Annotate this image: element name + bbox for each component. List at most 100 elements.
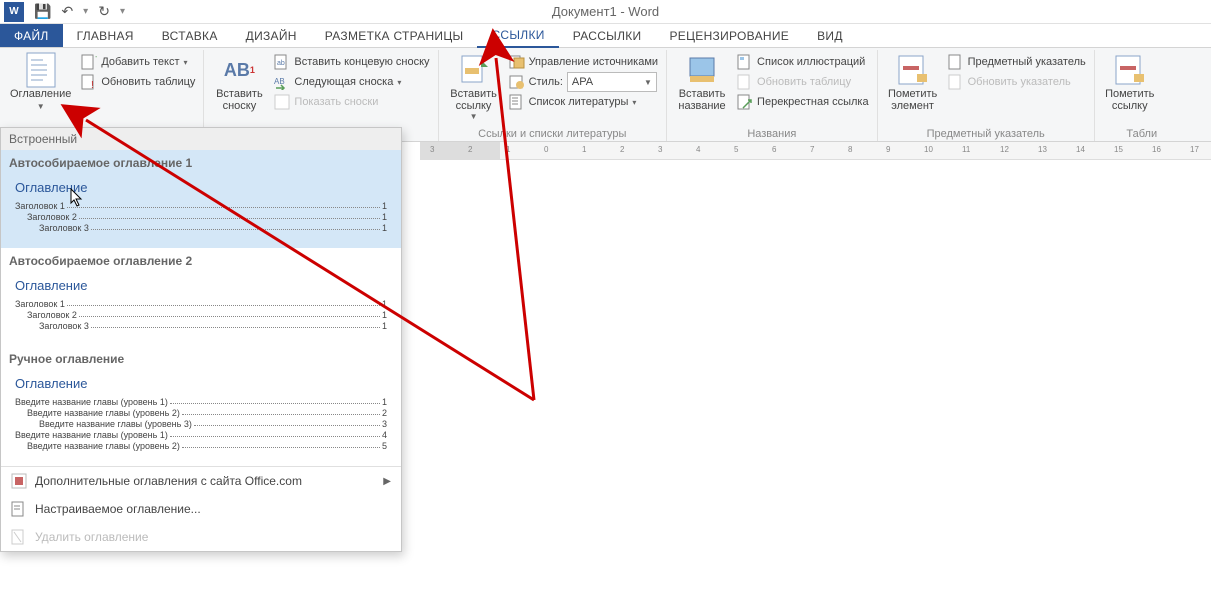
ruler-tick: 8 xyxy=(848,145,852,154)
group-index: Пометить элемент Предметный указатель Об… xyxy=(878,50,1095,141)
toc-preview-entry: Введите название главы (уровень 3)3 xyxy=(15,419,387,429)
tab-view[interactable]: ВИД xyxy=(803,24,857,47)
chevron-down-icon: ▼ xyxy=(470,112,478,121)
custom-toc-item[interactable]: Настраиваемое оглавление... xyxy=(1,495,401,523)
update-index-button[interactable]: Обновить указатель xyxy=(946,72,1088,92)
mark-entry-icon xyxy=(897,54,929,86)
ruler-tick: 7 xyxy=(810,145,814,154)
custom-toc-label: Настраиваемое оглавление... xyxy=(35,502,201,516)
bibliography-icon xyxy=(509,94,525,110)
citation-style-select[interactable]: APA ▼ xyxy=(567,72,657,92)
quick-access-toolbar: 💾 ↶ ▾ ↻ ▾ xyxy=(34,3,125,20)
chevron-down-icon: ▾ xyxy=(397,78,401,87)
insert-citation-button[interactable]: Вставить ссылку ▼ xyxy=(445,52,503,127)
insert-footnote-button[interactable]: AB1 Вставить сноску xyxy=(210,52,268,127)
list-figures-label: Список иллюстраций xyxy=(757,56,865,68)
style-icon xyxy=(509,74,525,90)
mark-entry-button[interactable]: Пометить элемент xyxy=(884,52,942,127)
toc-label: Оглавление xyxy=(10,88,71,100)
toc-preview-entry: Заголовок 21 xyxy=(15,212,387,222)
qat-customize-icon[interactable]: ▾ xyxy=(120,6,125,17)
document-page[interactable] xyxy=(500,162,1180,592)
tab-layout[interactable]: РАЗМЕТКА СТРАНИЦЫ xyxy=(311,24,478,47)
undo-icon[interactable]: ↶ xyxy=(61,3,73,20)
update-captions-button[interactable]: Обновить таблицу xyxy=(735,72,871,92)
ruler-tick: 2 xyxy=(620,145,624,154)
show-notes-button[interactable]: Показать сноски xyxy=(272,92,431,112)
tab-design[interactable]: ДИЗАЙН xyxy=(232,24,311,47)
add-text-button[interactable]: + Добавить текст ▾ xyxy=(79,52,197,72)
ruler-tick: 15 xyxy=(1114,145,1123,154)
mark-citation-label: Пометить ссылку xyxy=(1105,88,1154,112)
citation-icon xyxy=(458,54,490,86)
toc-preview-entry: Заголовок 11 xyxy=(15,299,387,309)
tab-review[interactable]: РЕЦЕНЗИРОВАНИЕ xyxy=(655,24,803,47)
svg-text:ab: ab xyxy=(277,60,285,67)
add-text-label: Добавить текст xyxy=(101,56,179,68)
group-authorities-label: Табли xyxy=(1101,127,1183,140)
update-captions-label: Обновить таблицу xyxy=(757,76,851,88)
insert-caption-button[interactable]: Вставить название xyxy=(673,52,731,127)
ruler-tick: 10 xyxy=(924,145,933,154)
manage-sources-button[interactable]: Управление источниками xyxy=(507,52,660,72)
toc-preview-title: Оглавление xyxy=(15,180,387,195)
tab-insert[interactable]: ВСТАВКА xyxy=(148,24,232,47)
ruler-tick: 12 xyxy=(1000,145,1009,154)
list-figures-button[interactable]: Список иллюстраций xyxy=(735,52,871,72)
insert-index-button[interactable]: Предметный указатель xyxy=(946,52,1088,72)
next-footnote-button[interactable]: AB Следующая сноска ▾ xyxy=(272,72,431,92)
insert-citation-label: Вставить ссылку xyxy=(450,88,497,112)
bibliography-button[interactable]: Список литературы ▾ xyxy=(507,92,660,112)
toc-preview-entry: Введите название главы (уровень 2)5 xyxy=(15,441,387,451)
insert-footnote-label: Вставить сноску xyxy=(216,88,263,112)
toc-button[interactable]: Оглавление ▼ xyxy=(6,52,75,139)
toc-dropdown-gallery: Встроенный Автособираемое оглавление 1Ог… xyxy=(0,127,402,552)
insert-endnote-button[interactable]: ab Вставить концевую сноску xyxy=(272,52,431,72)
tab-home[interactable]: ГЛАВНАЯ xyxy=(63,24,148,47)
word-app-icon: W xyxy=(4,2,24,22)
ruler-tick: 6 xyxy=(772,145,776,154)
horizontal-ruler[interactable]: 32101234567891011121314151617 xyxy=(420,142,1211,160)
bibliography-label: Список литературы xyxy=(529,96,629,108)
toc-gallery-item[interactable]: ОглавлениеЗаголовок 11Заголовок 21Заголо… xyxy=(1,176,401,248)
update-toc-button[interactable]: ! Обновить таблицу xyxy=(79,72,197,92)
more-office-label: Дополнительные оглавления с сайта Office… xyxy=(35,474,302,488)
remove-toc-item[interactable]: Удалить оглавление xyxy=(1,523,401,551)
manage-sources-icon xyxy=(509,54,525,70)
show-notes-icon xyxy=(274,94,290,110)
tab-mailings[interactable]: РАССЫЛКИ xyxy=(559,24,656,47)
list-figures-icon xyxy=(737,54,753,70)
toc-preview-entry: Заголовок 31 xyxy=(15,223,387,233)
insert-index-label: Предметный указатель xyxy=(968,56,1086,68)
redo-icon[interactable]: ↻ xyxy=(98,3,110,20)
endnote-icon: ab xyxy=(274,54,290,70)
ruler-tick: 1 xyxy=(582,145,586,154)
toc-preview-entry: Введите название главы (уровень 2)2 xyxy=(15,408,387,418)
toc-gallery-section-title: Автособираемое оглавление 1 xyxy=(1,150,401,176)
toc-gallery-item[interactable]: ОглавлениеЗаголовок 11Заголовок 21Заголо… xyxy=(1,274,401,346)
toc-gallery-item[interactable]: ОглавлениеВведите название главы (уровен… xyxy=(1,372,401,466)
mark-citation-button[interactable]: Пометить ссылку xyxy=(1101,52,1159,127)
update-toc-label: Обновить таблицу xyxy=(101,76,195,88)
ruler-tick: 16 xyxy=(1152,145,1161,154)
cross-ref-button[interactable]: Перекрестная ссылка xyxy=(735,92,871,112)
chevron-down-icon: ▼ xyxy=(644,78,652,87)
mark-entry-label: Пометить элемент xyxy=(888,88,937,112)
undo-caret-icon[interactable]: ▾ xyxy=(83,6,88,17)
title-bar: W 💾 ↶ ▾ ↻ ▾ Документ1 - Word xyxy=(0,0,1211,24)
toc-gallery-section-title: Автособираемое оглавление 2 xyxy=(1,248,401,274)
remove-icon xyxy=(11,529,27,545)
tab-references[interactable]: ССЫЛКИ xyxy=(477,24,558,48)
chevron-right-icon: ▶ xyxy=(383,476,391,487)
insert-caption-label: Вставить название xyxy=(678,88,725,112)
footnote-icon: AB1 xyxy=(223,54,255,86)
dropdown-header-builtin: Встроенный xyxy=(1,128,401,150)
group-citations-label: Ссылки и списки литературы xyxy=(445,127,660,140)
more-office-toc-item[interactable]: Дополнительные оглавления с сайта Office… xyxy=(1,467,401,495)
tab-file[interactable]: ФАЙЛ xyxy=(0,24,63,47)
document-title: Документ1 - Word xyxy=(552,4,659,19)
insert-index-icon xyxy=(948,54,964,70)
save-icon[interactable]: 💾 xyxy=(34,3,51,20)
update-icon: ! xyxy=(81,74,97,90)
cross-ref-icon xyxy=(737,94,753,110)
